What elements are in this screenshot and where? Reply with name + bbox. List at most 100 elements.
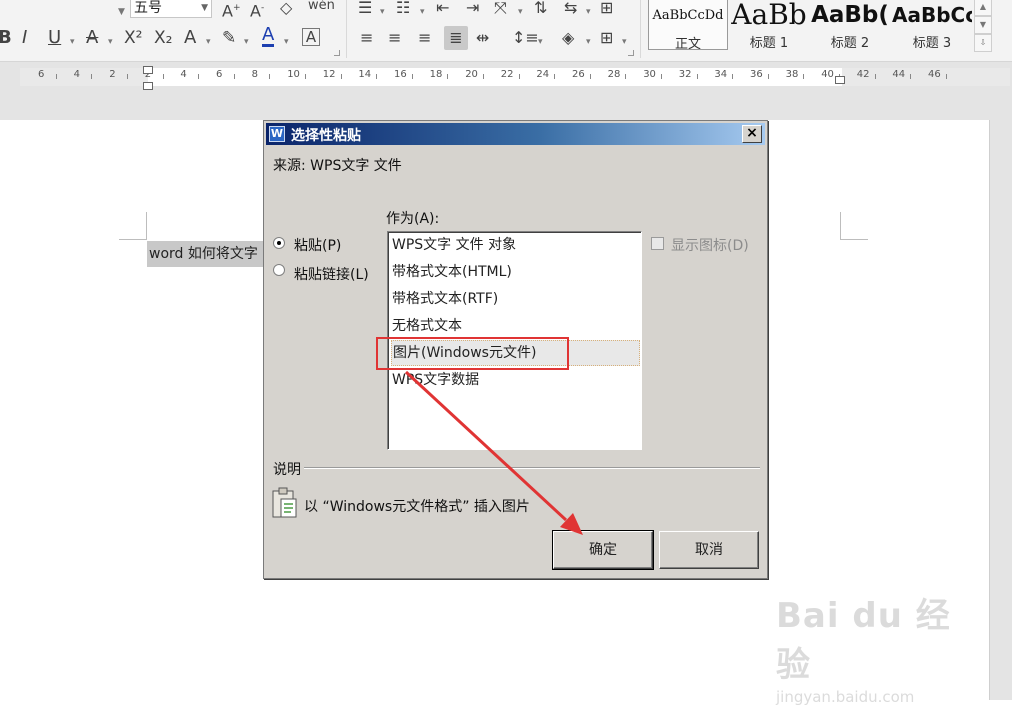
- list-item[interactable]: WPS文字数据: [391, 367, 640, 393]
- bullet-list-icon[interactable]: ☰: [358, 0, 372, 18]
- chevron-down-icon[interactable]: ▾: [586, 2, 591, 22]
- baidu-watermark: Bai du 经验 jingyan.baidu.com: [776, 588, 966, 706]
- paragraph-dialog-launcher-icon[interactable]: [628, 50, 634, 56]
- ruler-label: 38: [785, 69, 799, 80]
- text-direction-icon[interactable]: ⤧: [494, 0, 507, 18]
- chevron-down-icon[interactable]: ▾: [622, 32, 627, 52]
- sort-icon[interactable]: ⇅: [534, 0, 547, 18]
- chevron-down-icon[interactable]: ▾: [206, 32, 211, 52]
- style-normal[interactable]: AaBbCcDd 正文: [648, 0, 728, 50]
- right-indent-marker[interactable]: [835, 76, 845, 84]
- list-item[interactable]: 带格式文本(HTML): [391, 259, 640, 285]
- horizontal-ruler[interactable]: 6 4 2 2 4 6 8 10 12 14 16 18 20 22 24 26 28 30 32 34 36 38 40 4…: [20, 68, 1010, 86]
- styles-scroll-up-icon[interactable]: ▲: [974, 0, 992, 16]
- cancel-button[interactable]: 取消: [659, 531, 759, 569]
- style-heading-3[interactable]: AaBbCc 标题 3: [892, 0, 972, 50]
- borders-icon[interactable]: ⊞: [600, 28, 613, 48]
- ruler-label: 28: [607, 69, 621, 80]
- ruler-label: 14: [358, 69, 372, 80]
- ruler-tick: [945, 74, 947, 79]
- chevron-down-icon[interactable]: ▾: [244, 32, 249, 52]
- paste-radio-label[interactable]: 粘贴(P): [294, 235, 341, 255]
- decrease-indent-icon[interactable]: ⇤: [436, 0, 449, 18]
- styles-scroll-down-icon[interactable]: ▼: [974, 16, 992, 34]
- paste-radio[interactable]: [273, 237, 285, 249]
- chevron-down-icon[interactable]: ▾: [284, 32, 289, 52]
- paste-link-radio-label[interactable]: 粘贴链接(L): [294, 264, 369, 284]
- align-left-icon[interactable]: ≡: [360, 28, 373, 48]
- chevron-down-icon[interactable]: ▾: [70, 32, 75, 52]
- distribute-icon[interactable]: ⇹: [476, 28, 489, 48]
- text-effect-icon[interactable]: A: [184, 28, 196, 48]
- chevron-down-icon[interactable]: ▾: [518, 2, 523, 22]
- chevron-down-icon[interactable]: ▾: [108, 32, 113, 52]
- ruler-label: 18: [429, 69, 443, 80]
- left-indent-marker[interactable]: [143, 82, 153, 90]
- shading-icon[interactable]: ◈: [562, 28, 574, 48]
- line-spacing-icon[interactable]: ↕≡: [512, 28, 539, 48]
- font-dialog-launcher-icon[interactable]: [334, 50, 340, 56]
- font-size-value: 五号: [134, 0, 162, 16]
- list-item[interactable]: 无格式文本: [391, 313, 640, 339]
- dialog-title: 选择性粘贴: [291, 128, 361, 144]
- style-heading-1[interactable]: AaBb 标题 1: [730, 0, 808, 50]
- ruler-tick: [696, 74, 698, 79]
- ruler-tick: [554, 74, 556, 79]
- ruler-label: 4: [180, 69, 187, 80]
- increase-indent-icon[interactable]: ⇥: [466, 0, 479, 18]
- strikethrough-icon[interactable]: A: [86, 28, 98, 48]
- group-separator: [640, 0, 641, 58]
- style-preview: AaBb(: [811, 2, 889, 28]
- dialog-titlebar[interactable]: W 选择性粘贴 ×: [266, 123, 765, 145]
- red-highlight-box: [376, 337, 569, 370]
- style-preview: AaBb: [731, 0, 807, 31]
- selected-document-text[interactable]: word 如何将文字: [147, 241, 265, 267]
- ruler-tick: [269, 74, 271, 79]
- italic-icon[interactable]: I: [22, 28, 27, 48]
- style-heading-2[interactable]: AaBb( 标题 2: [810, 0, 890, 50]
- align-center-icon[interactable]: ≡: [388, 28, 401, 48]
- ruler-tick: [411, 74, 413, 79]
- chevron-down-icon[interactable]: ▾: [586, 32, 591, 52]
- show-marks-icon[interactable]: ⊞: [600, 0, 613, 18]
- ruler-tick: [589, 74, 591, 79]
- justify-icon[interactable]: ≣: [444, 26, 468, 50]
- ok-button[interactable]: 确定: [552, 530, 654, 570]
- font-color-icon[interactable]: A: [262, 26, 275, 47]
- description-divider: [304, 467, 760, 469]
- styles-more-icon[interactable]: ⇩: [974, 34, 992, 52]
- shrink-font-icon[interactable]: A-: [250, 0, 264, 21]
- underline-icon[interactable]: U: [48, 28, 61, 48]
- chevron-down-icon[interactable]: ▾: [380, 2, 385, 22]
- style-preview: AaBbCc: [892, 3, 972, 27]
- highlight-icon[interactable]: ✎: [222, 28, 236, 48]
- ruler-label: 6: [38, 69, 45, 80]
- grow-font-icon[interactable]: A+: [222, 0, 241, 21]
- chevron-down-icon[interactable]: ▼: [201, 0, 208, 17]
- character-border-icon[interactable]: A: [302, 28, 320, 46]
- ruler-label: 20: [465, 69, 478, 80]
- font-name-dropdown-icon[interactable]: ▼: [118, 2, 125, 22]
- show-icon-checkbox[interactable]: [651, 237, 664, 250]
- margin-corner-mark: [840, 212, 868, 240]
- subscript-icon[interactable]: X₂: [154, 28, 172, 48]
- close-button[interactable]: ×: [742, 125, 762, 143]
- as-label: 作为(A):: [386, 211, 440, 227]
- font-size-combo[interactable]: 五号 ▼: [130, 0, 212, 18]
- numbered-list-icon[interactable]: ☷: [396, 0, 410, 18]
- bold-icon[interactable]: B: [0, 28, 12, 48]
- chevron-down-icon[interactable]: ▾: [420, 2, 425, 22]
- eraser-icon[interactable]: ◇: [280, 0, 292, 18]
- superscript-icon[interactable]: X²: [124, 28, 142, 48]
- align-right-icon[interactable]: ≡: [418, 28, 431, 48]
- phonetic-guide-icon[interactable]: wén: [308, 0, 335, 16]
- first-line-indent-marker[interactable]: [143, 66, 153, 74]
- list-item[interactable]: 带格式文本(RTF): [391, 286, 640, 312]
- wps-writer-icon: W: [269, 126, 285, 142]
- line-break-icon[interactable]: ⇆: [564, 0, 577, 18]
- list-item[interactable]: WPS文字 文件 对象: [391, 232, 640, 258]
- paste-link-radio[interactable]: [273, 264, 285, 276]
- ruler-tick: [198, 74, 200, 79]
- chevron-down-icon[interactable]: ▾: [538, 32, 543, 52]
- ruler-label: 8: [251, 69, 258, 80]
